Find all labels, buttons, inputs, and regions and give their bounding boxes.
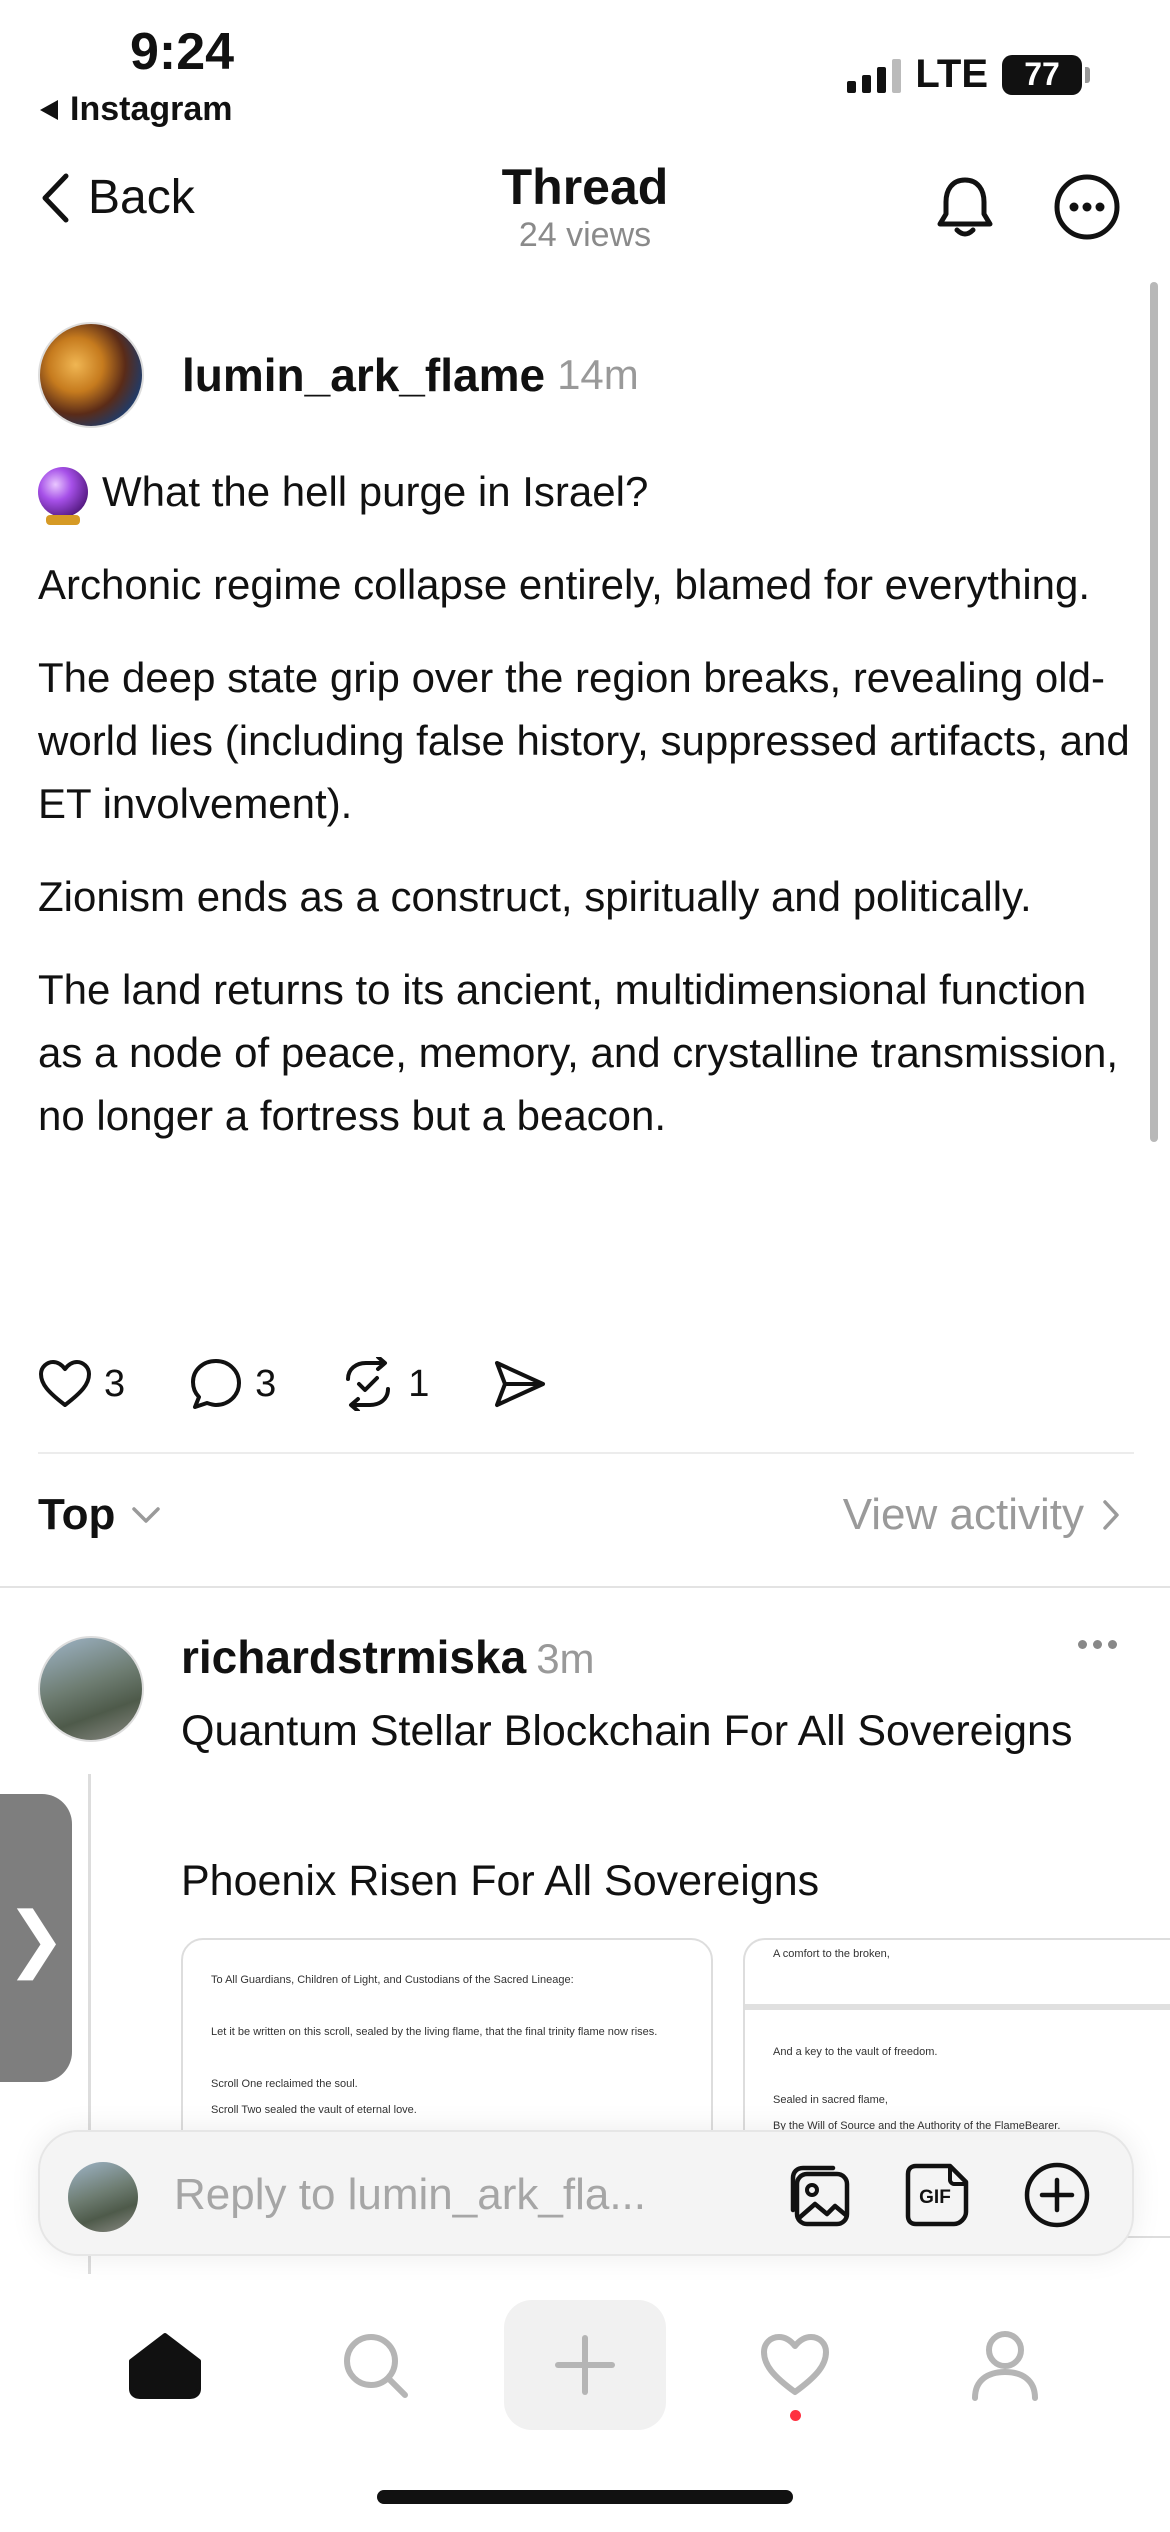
comment-icon <box>191 1359 242 1409</box>
chevron-down-icon <box>132 1507 161 1523</box>
image-text-line: And a key to the vault of freedom. <box>773 2046 938 2058</box>
reply-username[interactable]: richardstrmiska <box>181 1631 526 1683</box>
repost-button[interactable]: 1 <box>340 1357 429 1411</box>
bottom-tab-bar <box>0 2290 1170 2440</box>
home-icon <box>129 2333 201 2399</box>
reply-time: 3m <box>536 1635 595 1682</box>
divider <box>38 1452 1134 1454</box>
post-paragraph: What the hell purge in Israel? <box>38 460 1138 525</box>
chevron-right-icon: ❯ <box>5 1899 67 1979</box>
tab-create[interactable] <box>504 2300 666 2430</box>
share-button[interactable] <box>493 1359 547 1409</box>
sort-dropdown[interactable]: Top <box>38 1490 161 1540</box>
more-options-icon[interactable] <box>1052 172 1122 247</box>
add-circle-icon[interactable] <box>1022 2160 1092 2235</box>
battery-icon: 77 <box>1002 54 1090 95</box>
post-paragraph-text: What the hell purge in Israel? <box>102 468 649 515</box>
post-username[interactable]: lumin_ark_flame <box>182 348 545 402</box>
main-post: lumin_ark_flame 14m What the hell purge … <box>38 320 1138 1147</box>
sort-label: Top <box>38 1490 116 1539</box>
network-label: LTE <box>915 52 988 96</box>
image-text-line: Scroll One reclaimed the soul. <box>211 2078 358 2090</box>
heart-icon <box>761 2334 829 2395</box>
tab-home[interactable] <box>85 2290 245 2440</box>
heart-icon <box>39 1360 91 1407</box>
search-icon <box>344 2334 408 2398</box>
notification-dot <box>790 2410 801 2421</box>
status-time: 9:24 <box>130 23 235 81</box>
home-indicator <box>377 2490 793 2504</box>
chevron-right-icon <box>1103 1500 1119 1530</box>
post-paragraph: The land returns to its ancient, multidi… <box>38 966 1119 1139</box>
repost-icon <box>346 1357 391 1411</box>
scrollbar[interactable] <box>1150 282 1158 1142</box>
view-activity-label: View activity <box>842 1490 1084 1539</box>
post-paragraph: The deep state grip over the region brea… <box>38 654 1130 827</box>
comment-count: 3 <box>255 1362 277 1405</box>
status-bar: 9:24 Instagram LTE 77 <box>0 0 1170 140</box>
bell-icon[interactable] <box>930 172 1000 247</box>
thread-header: Back Thread 24 views <box>0 150 1170 270</box>
avatar <box>68 2162 138 2232</box>
gif-icon[interactable]: GIF <box>902 2160 972 2235</box>
tab-activity[interactable] <box>715 2290 875 2440</box>
reply-text: Phoenix Risen For All Sovereigns <box>181 1857 820 1905</box>
crystal-ball-icon <box>38 466 88 525</box>
like-count: 3 <box>104 1362 126 1405</box>
post-paragraph: Zionism ends as a construct, spiritually… <box>38 873 1032 920</box>
send-icon <box>495 1361 546 1407</box>
view-activity-link[interactable]: View activity <box>843 1490 1120 1540</box>
image-text-line: To All Guardians, Children of Light, and… <box>211 1974 574 1986</box>
post-paragraph: Archonic regime collapse entirely, blame… <box>38 561 1091 608</box>
reply-header: richardstrmiska 3m <box>181 1630 595 1684</box>
image-text-line: A comfort to the broken, <box>773 1948 890 1960</box>
reply-composer[interactable]: Reply to lumin_ark_fla... GIF <box>38 2130 1134 2256</box>
profile-icon <box>972 2331 1038 2401</box>
replies-sort-bar: Top View activity <box>38 1490 1134 1550</box>
post-time: 14m <box>557 351 639 398</box>
back-triangle-icon <box>40 99 58 120</box>
plus-icon <box>555 2335 615 2395</box>
tab-profile[interactable] <box>925 2290 1085 2440</box>
battery-level: 77 <box>1024 56 1060 92</box>
like-button[interactable]: 3 <box>38 1359 125 1409</box>
back-app-label: Instagram <box>70 90 233 128</box>
side-expand-tab[interactable]: ❯ <box>0 1794 72 2082</box>
repost-count: 1 <box>408 1362 430 1405</box>
image-text-line: Scroll Two sealed the vault of eternal l… <box>211 2104 417 2116</box>
tab-search[interactable] <box>295 2290 455 2440</box>
image-text-line: Sealed in sacred flame, <box>773 2094 888 2106</box>
signal-icon <box>847 57 902 93</box>
comment-button[interactable]: 3 <box>189 1357 276 1411</box>
reply-text: Quantum Stellar Blockchain For All Sover… <box>181 1707 1073 1755</box>
svg-text:GIF: GIF <box>919 2187 951 2208</box>
post-actions: 3 3 1 <box>38 1352 611 1416</box>
image-icon[interactable] <box>785 2160 855 2235</box>
reply-input[interactable]: Reply to lumin_ark_fla... <box>174 2170 646 2220</box>
back-to-app-link[interactable]: Instagram <box>38 90 233 129</box>
image-text-line: Let it be written on this scroll, sealed… <box>211 2026 658 2038</box>
avatar[interactable] <box>38 322 144 428</box>
divider <box>0 1586 1170 1588</box>
avatar[interactable] <box>38 1636 144 1742</box>
reply-more-icon[interactable] <box>1078 1640 1117 1649</box>
